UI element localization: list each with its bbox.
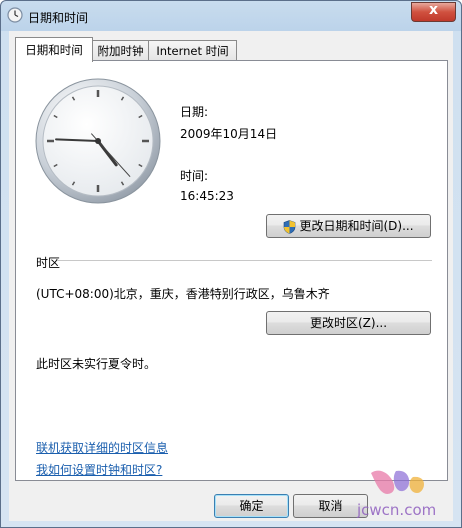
change-date-time-button[interactable]: 更改日期和时间(D)... xyxy=(266,214,431,238)
clock-icon xyxy=(7,7,23,23)
tab-date-time[interactable]: 日期和时间 xyxy=(15,37,93,62)
date-label: 日期: xyxy=(180,105,209,119)
timezone-separator xyxy=(57,260,432,261)
close-icon: x xyxy=(428,2,439,18)
change-timezone-button[interactable]: 更改时区(Z)... xyxy=(266,311,431,335)
date-time-dialog: 日期和时间 x 日期和时间 附加时钟 Internet 时间 日期: 2009年… xyxy=(0,0,462,528)
time-label: 时间: xyxy=(180,169,209,183)
tab-additional-clocks[interactable]: 附加时钟 xyxy=(91,40,150,61)
timezone-heading: 时区 xyxy=(36,256,61,270)
window-title: 日期和时间 xyxy=(28,11,89,25)
title-bar: 日期和时间 x xyxy=(1,1,461,31)
ok-button[interactable]: 确定 xyxy=(214,494,289,518)
tab-internet-time[interactable]: Internet 时间 xyxy=(148,40,237,61)
dst-note: 此时区未实行夏令时。 xyxy=(36,357,157,371)
change-date-time-label: 更改日期和时间(D)... xyxy=(299,219,414,233)
how-to-set-clock-link[interactable]: 我如何设置时钟和时区? xyxy=(36,461,162,478)
analog-clock xyxy=(35,78,161,204)
online-timezone-info-link[interactable]: 联机获取详细的时区信息 xyxy=(36,439,168,456)
uac-shield-icon xyxy=(284,219,296,234)
time-value: 16:45:23 xyxy=(180,189,234,203)
close-button[interactable]: x xyxy=(411,2,456,22)
watermark-text: jcwcn.com xyxy=(356,501,436,519)
watermark-logo: jcwcn.com xyxy=(356,470,436,519)
date-value: 2009年10月14日 xyxy=(180,127,278,141)
timezone-value: (UTC+08:00)北京，重庆，香港特别行政区，乌鲁木齐 xyxy=(36,287,330,301)
dialog-client-area: 日期和时间 附加时钟 Internet 时间 日期: 2009年10月14日 时… xyxy=(9,31,453,521)
